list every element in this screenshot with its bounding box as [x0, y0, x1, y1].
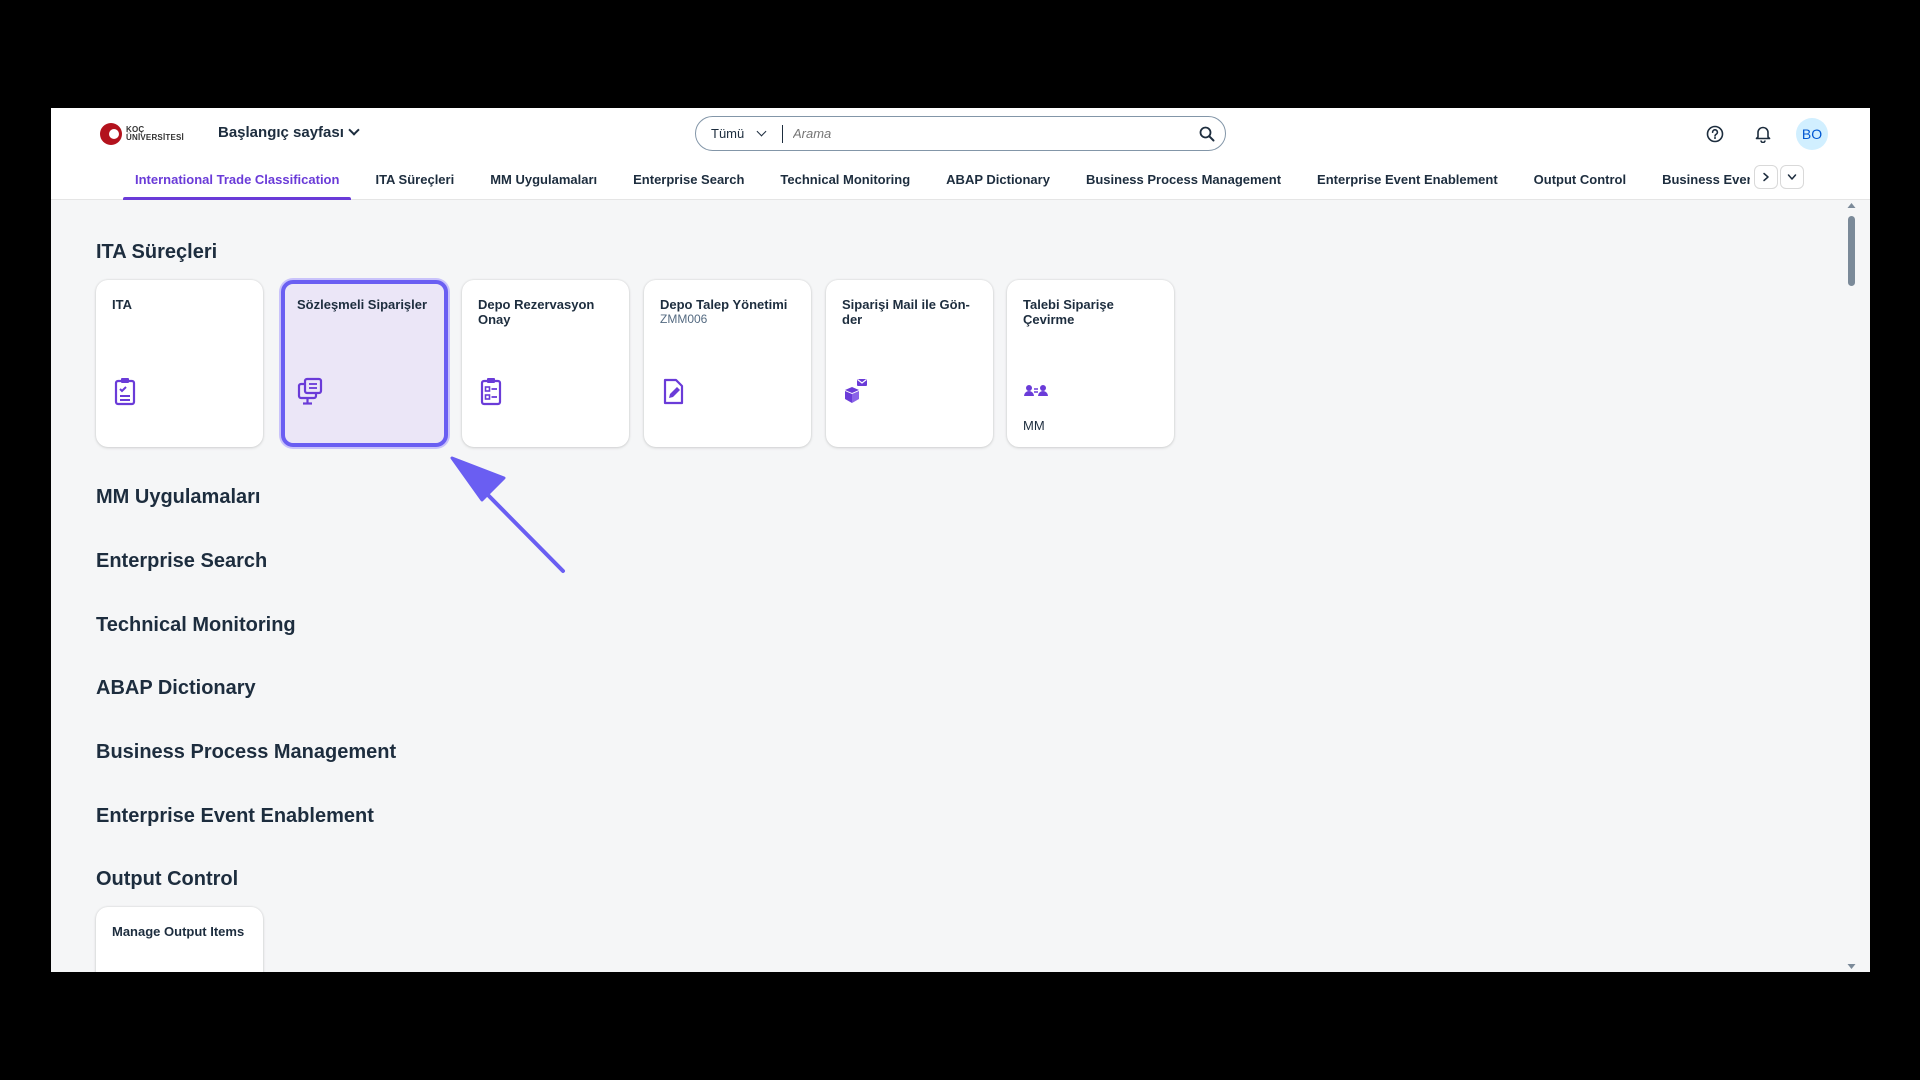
- tab-label: International Trade Classification: [135, 171, 340, 187]
- tab-label: Business Process Management: [1085, 171, 1282, 187]
- university-logo[interactable]: KOÇ ÜNİVERSİTESİ: [100, 123, 195, 145]
- tab-label: Output Control: [1533, 171, 1627, 187]
- tab-abap-dictionary[interactable]: ABAP Dictionary: [928, 158, 1068, 200]
- scrollbar-thumb[interactable]: [1848, 216, 1855, 286]
- task-list-icon: [480, 378, 502, 406]
- tab-label: Technical Monitoring: [780, 171, 911, 187]
- launchpad-content: ITA Süreçleri ITA Sözleşmeli Siparişler: [51, 200, 1857, 972]
- help-icon[interactable]: [1700, 119, 1730, 149]
- tile-depo-rezervasyon-onay[interactable]: Depo Rezervasyon Onay: [462, 280, 629, 447]
- tab-label: MM Uygulamaları: [490, 171, 598, 187]
- tab-overflow-button[interactable]: [1780, 165, 1804, 189]
- section-title-business-process-management: Business Process Management: [96, 741, 397, 763]
- home-menu-label: Başlangıç sayfası: [218, 123, 344, 141]
- tab-technical-monitoring[interactable]: Technical Monitoring: [762, 158, 928, 200]
- monitor-copy-icon: [297, 377, 323, 405]
- section-title-enterprise-event-enablement: Enterprise Event Enablement: [96, 805, 374, 827]
- logo-text: KOÇ ÜNİVERSİTESİ: [126, 126, 184, 142]
- tab-label: ABAP Dictionary: [946, 171, 1050, 187]
- tab-navigation: [1750, 165, 1804, 189]
- search-scope-select[interactable]: Tümü: [696, 117, 782, 150]
- bell-icon[interactable]: [1748, 119, 1778, 149]
- section-title-output-control: Output Control: [96, 868, 239, 890]
- people-swap-icon: [1024, 385, 1048, 396]
- section-title-ita-surecleri: ITA Süreçleri: [96, 241, 218, 263]
- tile-title: Talebi Siparişe Çevirme: [1023, 297, 1114, 327]
- tile-sozlesmeli-siparisler[interactable]: Sözleşmeli Siparişler: [281, 280, 448, 447]
- tile-siparisi-mail-ile-gonder[interactable]: Siparişi Mail ile Gön-der: [826, 280, 993, 447]
- shell-actions: BO: [1700, 118, 1828, 150]
- box-mail-icon: [845, 379, 867, 403]
- space-tab-bar: International Trade Classification ITA S…: [51, 158, 1870, 200]
- tile-ita[interactable]: ITA: [96, 280, 263, 447]
- chevron-down-icon: [348, 124, 360, 136]
- tab-business-process-management[interactable]: Business Process Management: [1068, 158, 1299, 200]
- chevron-down-icon: [756, 126, 767, 137]
- chevron-down-icon: [1787, 174, 1797, 180]
- scroll-down-icon[interactable]: [1847, 963, 1856, 970]
- tile-subtitle: ZMM006: [660, 312, 708, 326]
- user-avatar[interactable]: BO: [1796, 118, 1828, 150]
- tab-label: Enterprise Event Enablement: [1317, 171, 1498, 187]
- tab-mm-uygulamalari[interactable]: MM Uygulamaları: [472, 158, 615, 200]
- avatar-initials: BO: [1801, 126, 1823, 142]
- launchpad-window: KOÇ ÜNİVERSİTESİ Başlangıç sayfası Tümü: [51, 108, 1870, 972]
- section-title-abap-dictionary: ABAP Dictionary: [96, 677, 256, 699]
- tab-scroll-right-button[interactable]: [1754, 165, 1778, 189]
- scroll-up-icon[interactable]: [1847, 202, 1856, 209]
- search-icon[interactable]: [1189, 117, 1225, 150]
- logo-line-2: ÜNİVERSİTESİ: [126, 133, 184, 142]
- tile-title: ITA: [112, 297, 132, 312]
- tab-label: ITA Süreçleri: [375, 171, 455, 187]
- tile-title: Siparişi Mail ile Gön-der: [842, 297, 970, 327]
- tab-output-control[interactable]: Output Control: [1516, 158, 1644, 200]
- chevron-right-icon: [1763, 172, 1769, 182]
- home-menu-button[interactable]: Başlangıç sayfası: [218, 120, 360, 144]
- tab-enterprise-search[interactable]: Enterprise Search: [615, 158, 762, 200]
- tile-title: Sözleşmeli Siparişler: [297, 297, 428, 312]
- tab-ita-surecleri[interactable]: ITA Süreçleri: [357, 158, 472, 200]
- tile-footer: MM: [1023, 418, 1045, 433]
- logo-mark: [100, 123, 122, 145]
- tab-enterprise-event-enablement[interactable]: Enterprise Event Enablement: [1299, 158, 1516, 200]
- section-title-mm-uygulamalari: MM Uygulamaları: [96, 486, 261, 508]
- tab-international-trade-classification[interactable]: International Trade Classification: [117, 158, 357, 200]
- search-scope-label: Tümü: [711, 126, 745, 141]
- tile-manage-output-items[interactable]: Manage Output Items: [96, 907, 263, 972]
- tab-label: Enterprise Search: [633, 171, 745, 187]
- search-field: Tümü: [695, 116, 1226, 151]
- checklist-icon: [114, 378, 136, 406]
- shell-bar: KOÇ ÜNİVERSİTESİ Başlangıç sayfası Tümü: [51, 108, 1870, 158]
- tile-talebi-siparise-cevirme[interactable]: Talebi Siparişe Çevirme MM: [1007, 280, 1174, 447]
- section-title-enterprise-search: Enterprise Search: [96, 550, 268, 572]
- vertical-scrollbar[interactable]: [1845, 200, 1857, 972]
- tile-depo-talep-yonetimi[interactable]: Depo Talep Yönetimi ZMM006: [644, 280, 811, 447]
- edit-document-icon: [663, 378, 684, 405]
- tile-title: Manage Output Items: [112, 924, 245, 939]
- search-input[interactable]: [783, 126, 1189, 141]
- tile-title: Depo Talep Yönetimi: [660, 297, 788, 312]
- tab-list: International Trade Classification ITA S…: [117, 158, 1822, 200]
- tile-title: Depo Rezervasyon Onay: [478, 297, 595, 327]
- section-title-technical-monitoring: Technical Monitoring: [96, 614, 296, 636]
